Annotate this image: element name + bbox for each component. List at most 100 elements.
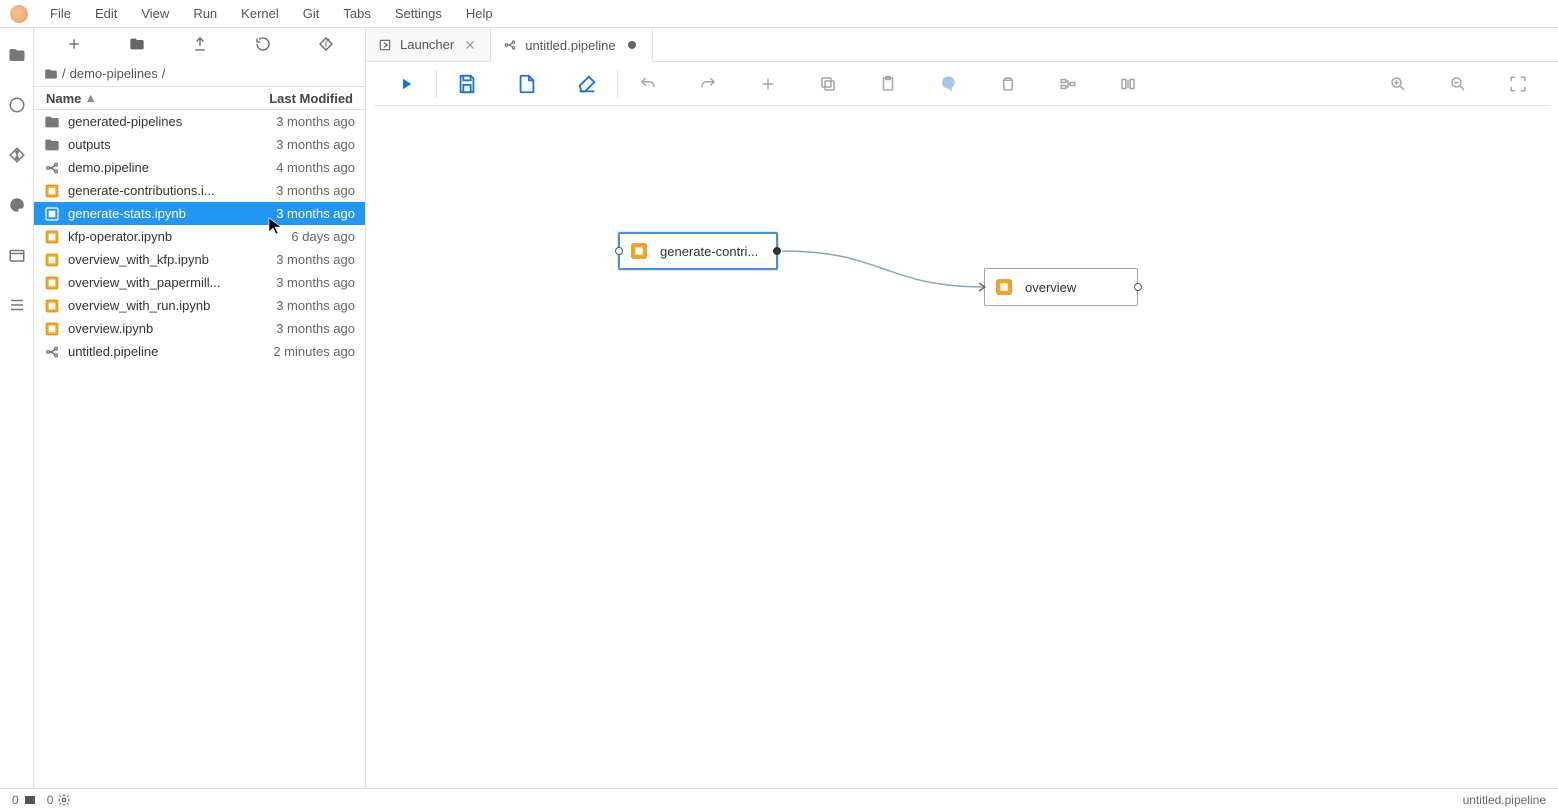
delete-button[interactable] <box>978 62 1038 105</box>
app-logo <box>10 5 28 23</box>
notebook-icon <box>44 275 60 291</box>
terminal-count: 0 <box>12 793 19 807</box>
menubar: File Edit View Run Kernel Git Tabs Setti… <box>0 0 1558 28</box>
git-clone-button[interactable] <box>294 28 357 60</box>
folder-icon <box>44 67 58 81</box>
status-terminals[interactable]: 0 <box>12 793 37 807</box>
pipeline-node-generate-contributions[interactable]: generate-contri... <box>618 232 778 270</box>
add-comment-button[interactable] <box>918 62 978 105</box>
export-button[interactable] <box>497 62 557 105</box>
zoom-out-button[interactable] <box>1428 62 1488 105</box>
file-modified: 3 months ago <box>237 183 355 198</box>
file-row[interactable]: overview_with_kfp.ipynb3 months ago <box>34 248 365 271</box>
close-icon[interactable] <box>462 37 478 53</box>
new-launcher-button[interactable] <box>42 28 105 60</box>
tab-bar: Launcher untitled.pipeline <box>366 28 1558 62</box>
file-modified: 3 months ago <box>237 114 355 129</box>
save-button[interactable] <box>437 62 497 105</box>
file-row[interactable]: overview_with_papermill...3 months ago <box>34 271 365 294</box>
copy-button[interactable] <box>798 62 858 105</box>
file-modified: 3 months ago <box>237 137 355 152</box>
input-port[interactable] <box>977 282 987 292</box>
refresh-button[interactable] <box>231 28 294 60</box>
git-icon[interactable] <box>8 146 26 164</box>
file-modified: 3 months ago <box>237 252 355 267</box>
tabs-icon[interactable] <box>8 246 26 264</box>
column-modified[interactable]: Last Modified <box>241 91 365 106</box>
new-folder-button[interactable] <box>105 28 168 60</box>
menu-file[interactable]: File <box>40 2 81 25</box>
pipeline-icon <box>44 160 60 176</box>
status-bar: 0 0 untitled.pipeline <box>0 788 1558 810</box>
arrange-vertical-button[interactable] <box>1098 62 1158 105</box>
menu-view[interactable]: View <box>131 2 179 25</box>
kernel-count: 0 <box>47 793 54 807</box>
cut-button[interactable] <box>738 62 798 105</box>
dirty-indicator[interactable] <box>624 37 640 53</box>
status-kernels[interactable]: 0 <box>47 793 72 807</box>
menu-kernel[interactable]: Kernel <box>231 2 289 25</box>
file-name: generate-contributions.i... <box>68 183 237 198</box>
notebook-icon <box>628 240 650 262</box>
breadcrumb[interactable]: / demo-pipelines / <box>34 60 365 86</box>
upload-button[interactable] <box>168 28 231 60</box>
clear-button[interactable] <box>557 62 617 105</box>
output-port[interactable] <box>773 247 781 255</box>
menu-tabs[interactable]: Tabs <box>333 2 380 25</box>
menu-edit[interactable]: Edit <box>85 2 127 25</box>
file-row[interactable]: kfp-operator.ipynb6 days ago <box>34 225 365 248</box>
breadcrumb-trail: / <box>162 66 166 81</box>
column-name-label: Name <box>46 91 81 106</box>
pipeline-icon <box>503 38 517 52</box>
arrange-horizontal-button[interactable] <box>1038 62 1098 105</box>
file-row[interactable]: demo.pipeline4 months ago <box>34 156 365 179</box>
pipeline-canvas[interactable]: generate-contri... overview <box>374 106 1550 780</box>
file-name: outputs <box>68 137 237 152</box>
menu-help[interactable]: Help <box>456 2 503 25</box>
file-row[interactable]: outputs3 months ago <box>34 133 365 156</box>
column-name[interactable]: Name ▴ <box>34 90 241 106</box>
status-file-label: untitled.pipeline <box>1463 793 1546 807</box>
file-modified: 4 months ago <box>237 160 355 175</box>
palette-icon[interactable] <box>8 196 26 214</box>
node-label: overview <box>1025 280 1076 295</box>
file-row[interactable]: untitled.pipeline2 minutes ago <box>34 340 365 363</box>
file-browser-toolbar <box>34 28 365 60</box>
tab-label: Launcher <box>400 37 454 52</box>
file-modified: 6 days ago <box>237 229 355 244</box>
file-browser: / demo-pipelines / Name ▴ Last Modified … <box>34 28 366 788</box>
breadcrumb-root[interactable]: / <box>62 66 66 81</box>
gear-icon <box>57 793 71 807</box>
paste-button[interactable] <box>858 62 918 105</box>
tab-label: untitled.pipeline <box>525 38 615 53</box>
pipeline-node-overview[interactable]: overview <box>984 268 1138 306</box>
run-button[interactable] <box>376 62 436 105</box>
file-name: generated-pipelines <box>68 114 237 129</box>
running-icon[interactable] <box>8 96 26 114</box>
folder-icon[interactable] <box>8 46 26 64</box>
output-port[interactable] <box>1134 283 1142 291</box>
undo-button[interactable] <box>618 62 678 105</box>
redo-button[interactable] <box>678 62 738 105</box>
toc-icon[interactable] <box>8 296 26 314</box>
file-row[interactable]: generated-pipelines3 months ago <box>34 110 365 133</box>
menu-settings[interactable]: Settings <box>385 2 452 25</box>
file-name: untitled.pipeline <box>68 344 237 359</box>
breadcrumb-folder[interactable]: demo-pipelines <box>70 66 158 81</box>
zoom-fit-button[interactable] <box>1488 62 1548 105</box>
tab-launcher[interactable]: Launcher <box>366 28 491 61</box>
zoom-in-button[interactable] <box>1368 62 1428 105</box>
file-row[interactable]: generate-contributions.i...3 months ago <box>34 179 365 202</box>
activity-bar <box>0 28 34 788</box>
notebook-icon <box>44 229 60 245</box>
file-row[interactable]: overview_with_run.ipynb3 months ago <box>34 294 365 317</box>
tab-untitled-pipeline[interactable]: untitled.pipeline <box>491 28 652 62</box>
menu-run[interactable]: Run <box>183 2 227 25</box>
menu-git[interactable]: Git <box>293 2 330 25</box>
file-list[interactable]: generated-pipelines3 months agooutputs3 … <box>34 110 365 788</box>
notebook-icon <box>44 183 60 199</box>
input-port[interactable] <box>615 247 623 255</box>
file-name: overview_with_run.ipynb <box>68 298 237 313</box>
file-row[interactable]: overview.ipynb3 months ago <box>34 317 365 340</box>
file-row[interactable]: generate-stats.ipynb3 months ago <box>34 202 365 225</box>
